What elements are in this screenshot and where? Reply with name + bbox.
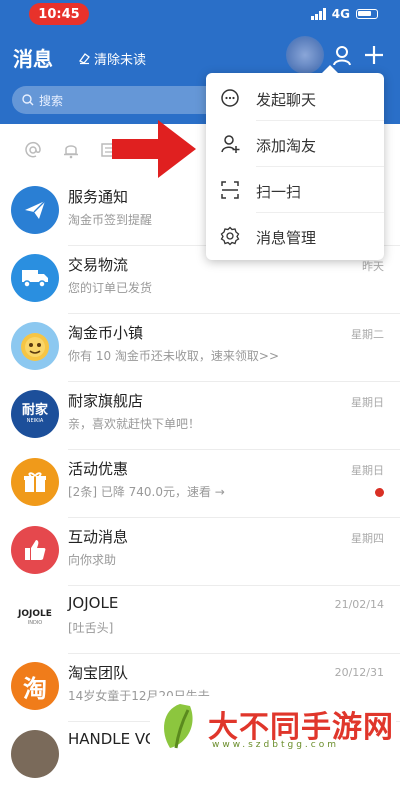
leaf-logo-icon [164, 704, 193, 749]
scan-icon [221, 181, 239, 199]
status-time: 10:45 [29, 3, 89, 25]
message-title: JOJOLE [68, 594, 119, 612]
message-row[interactable]: JOJOLE INDIO JOJOLE [吐舌头] 21/02/14 [0, 586, 400, 654]
message-preview: 亲，喜欢就赶快下单吧！ [68, 417, 201, 431]
avatar [11, 186, 59, 234]
avatar-logo-text: 淘 [23, 674, 47, 703]
gift-icon [24, 472, 46, 492]
unread-dot [375, 488, 384, 497]
menu-item-label: 消息管理 [256, 229, 317, 247]
touch-indicator [286, 36, 324, 74]
search-placeholder: 搜索 [39, 93, 64, 108]
message-title: 交易物流 [68, 256, 129, 274]
message-preview: [2条] 已降 740.0元，速看 → [68, 485, 225, 499]
message-row[interactable]: 互动消息 向你求助 星期四 [0, 518, 400, 586]
contacts-icon[interactable] [332, 45, 354, 67]
message-preview: [吐舌头] [68, 621, 114, 635]
network-label: 4G [331, 7, 350, 21]
search-icon [22, 94, 34, 106]
message-time: 星期四 [351, 532, 384, 545]
message-title: 淘金币小镇 [68, 324, 144, 342]
message-title: 互动消息 [68, 528, 129, 546]
red-arrow-icon [112, 120, 196, 178]
menu-item-add-friend[interactable]: 添加淘友 [206, 121, 384, 167]
message-time: 星期日 [351, 464, 384, 477]
message-time: 21/02/14 [334, 598, 384, 611]
avatar [11, 322, 59, 370]
avatar [11, 526, 59, 574]
add-friend-icon [221, 135, 240, 153]
at-mention-icon[interactable] [24, 141, 42, 159]
page-title: 消息 [13, 47, 53, 71]
message-title: 服务通知 [68, 188, 129, 206]
chat-bubble-icon [221, 89, 239, 107]
coin-character-icon [21, 333, 49, 361]
message-preview: 您的订单已发货 [68, 281, 153, 295]
message-title: 活动优惠 [68, 460, 129, 478]
menu-item-label: 添加淘友 [256, 137, 317, 155]
truck-icon [22, 270, 48, 288]
menu-item-start-chat[interactable]: 发起聊天 [206, 75, 384, 121]
settings-gear-icon [220, 226, 240, 246]
avatar: 耐家 NEIKIA [11, 390, 59, 438]
message-time: 星期二 [351, 328, 384, 341]
menu-item-scan[interactable]: 扫一扫 [206, 167, 384, 213]
avatar: 淘 [11, 662, 59, 710]
paper-plane-icon [25, 200, 46, 219]
message-preview: 你有 10 淘金币还未收取，速来领取>> [68, 349, 280, 363]
plus-icon[interactable] [364, 45, 384, 65]
bell-icon[interactable] [62, 141, 80, 159]
message-preview: 向你求助 [68, 553, 117, 567]
avatar: JOJOLE INDIO [11, 594, 59, 642]
clear-unread-label: 清除未读 [94, 53, 147, 68]
message-time: 星期日 [351, 396, 384, 409]
message-row[interactable]: 活动优惠 [2条] 已降 740.0元，速看 → 星期日 [0, 450, 400, 518]
message-title: HANDLE VO [68, 730, 157, 748]
message-title: 淘宝团队 [68, 664, 129, 682]
message-title: 耐家旗舰店 [68, 392, 144, 410]
message-time: 20/12/31 [334, 666, 384, 679]
avatar-logo-sub: INDIO [27, 620, 43, 626]
thumbs-up-icon [25, 540, 46, 560]
menu-item-message-settings[interactable]: 消息管理 [206, 213, 384, 259]
watermark-url: www.szdbtgg.com [212, 740, 339, 750]
avatar-logo-text: JOJOLE [18, 609, 52, 619]
message-row[interactable]: 耐家 NEIKIA 耐家旗舰店 亲，喜欢就赶快下单吧！ 星期日 [0, 382, 400, 450]
menu-item-label: 发起聊天 [256, 91, 317, 109]
site-watermark: 大不同手游网 www.szdbtgg.com [150, 696, 396, 756]
message-time: 昨天 [362, 260, 384, 273]
avatar [11, 254, 59, 302]
battery-icon [356, 9, 378, 19]
avatar-logo-sub: NEIKIA [26, 417, 44, 424]
eraser-icon [79, 53, 90, 65]
plus-dropdown-menu: 发起聊天 添加淘友 扫一扫 消息管理 [206, 65, 384, 260]
signal-icon [310, 8, 326, 20]
avatar [11, 730, 59, 778]
status-indicators: 4G [310, 7, 378, 21]
message-row[interactable]: 淘金币小镇 你有 10 淘金币还未收取，速来领取>> 星期二 [0, 314, 400, 382]
avatar-logo-text: 耐家 [21, 402, 48, 418]
message-preview: 淘金币签到提醒 [68, 213, 153, 227]
menu-item-label: 扫一扫 [256, 183, 302, 201]
clear-unread-button[interactable]: 清除未读 [78, 49, 146, 68]
avatar [11, 458, 59, 506]
